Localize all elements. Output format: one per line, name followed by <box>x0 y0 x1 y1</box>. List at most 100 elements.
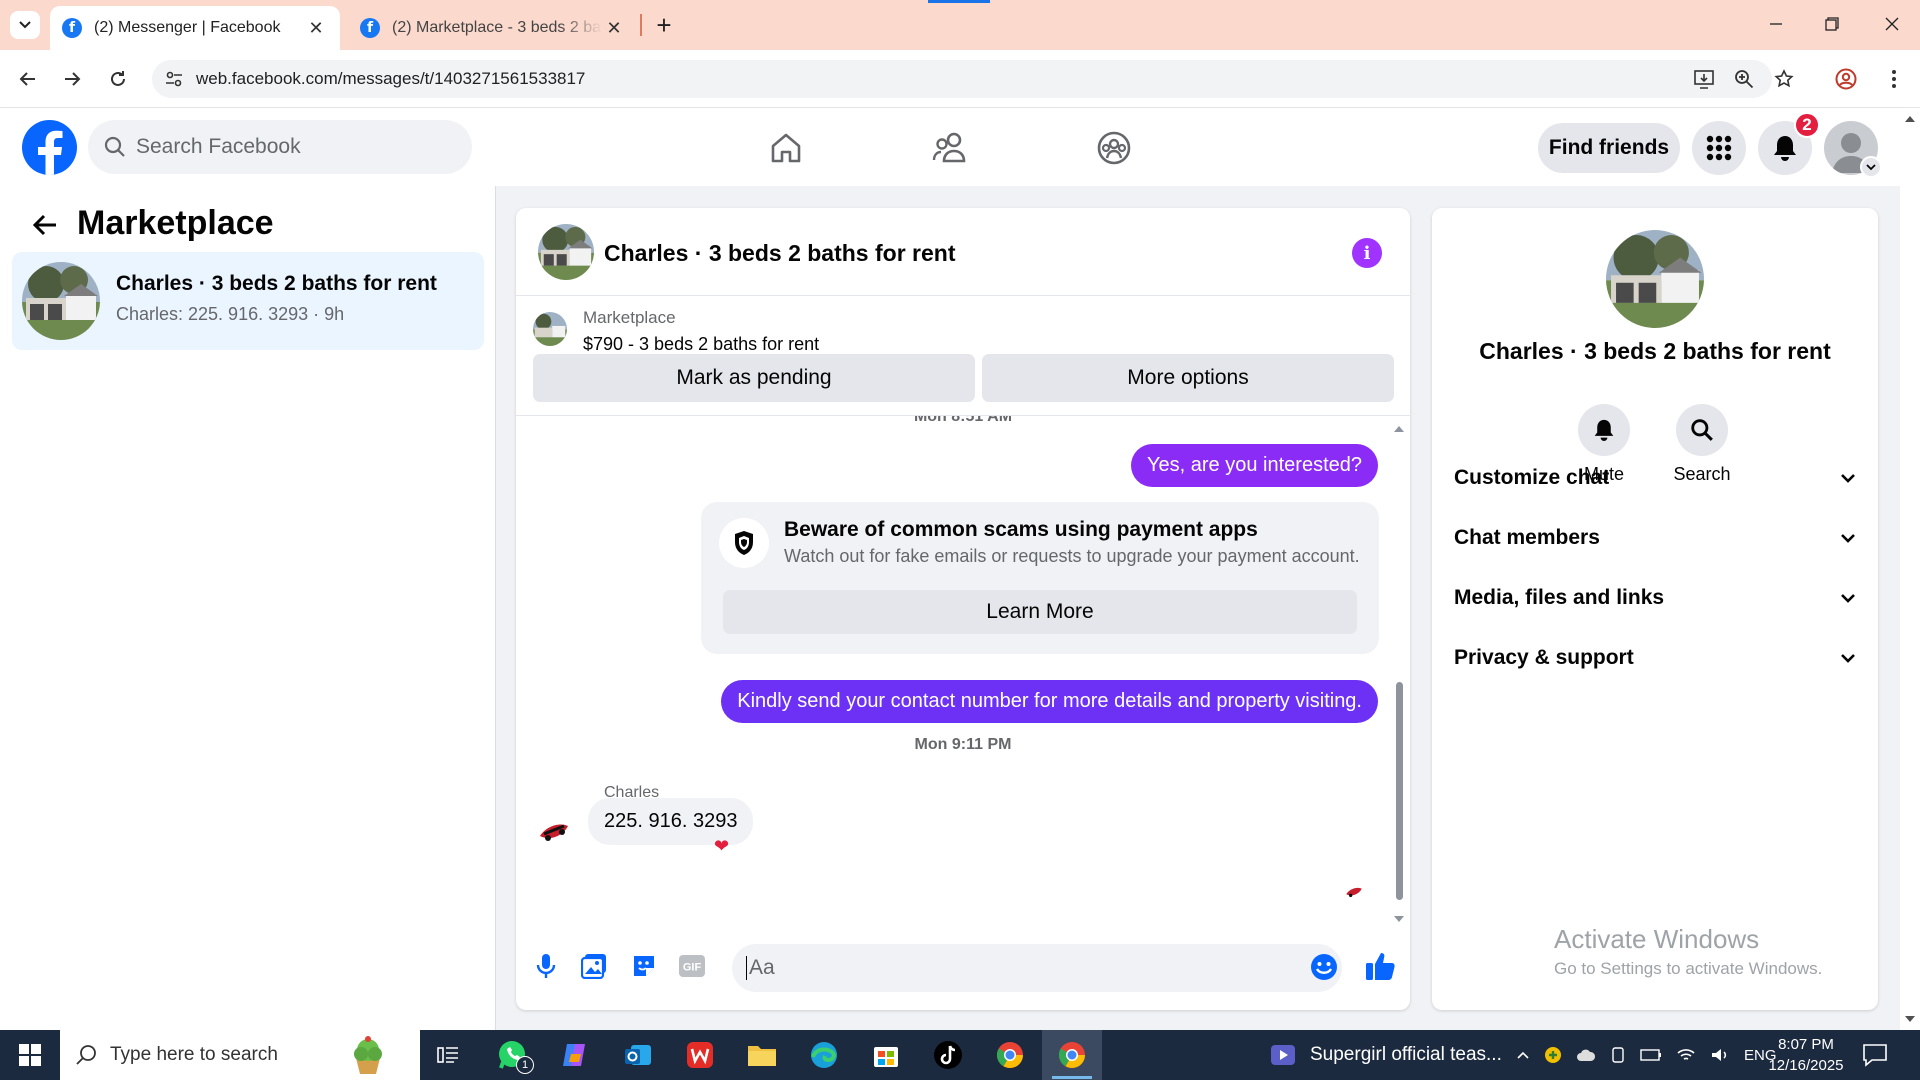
menu-button[interactable] <box>1692 121 1746 175</box>
back-button[interactable] <box>12 63 44 95</box>
minimize-window-button[interactable] <box>1756 8 1796 40</box>
account-menu-button[interactable] <box>1860 156 1882 178</box>
more-options-button[interactable]: More options <box>982 354 1394 402</box>
taskbar-task-view[interactable] <box>424 1036 472 1074</box>
taskbar-edge[interactable] <box>800 1036 848 1074</box>
taskbar-search-box[interactable]: Type here to search <box>60 1030 420 1080</box>
cloud-icon[interactable] <box>1576 1047 1596 1063</box>
find-friends-button[interactable]: Find friends <box>1538 123 1680 173</box>
forward-button[interactable] <box>56 63 88 95</box>
chrome-profile-button[interactable] <box>1830 63 1862 95</box>
site-info-icon[interactable] <box>164 69 184 89</box>
microphone-icon <box>536 954 556 978</box>
outgoing-message[interactable]: Yes, are you interested? <box>1131 444 1378 487</box>
taskbar-outlook[interactable] <box>614 1036 662 1074</box>
taskbar-copilot[interactable] <box>550 1036 598 1074</box>
tab-messenger[interactable]: f (2) Messenger | Facebook ✕ <box>50 6 340 50</box>
gif-button[interactable]: GIF <box>674 948 710 984</box>
listing-price[interactable]: $790 - 3 beds 2 baths for rent <box>583 334 819 355</box>
taskbar-whatsapp[interactable]: 1 <box>488 1036 536 1074</box>
chat-avatar[interactable] <box>538 224 594 280</box>
tray-app-icon[interactable] <box>1544 1046 1562 1064</box>
privacy-support-section[interactable]: Privacy & support <box>1454 636 1856 680</box>
wifi-icon[interactable] <box>1676 1047 1696 1063</box>
conversation-item[interactable]: Charles · 3 beds 2 baths for rent Charle… <box>12 252 484 350</box>
tab-search-button[interactable] <box>10 11 40 39</box>
restore-window-button[interactable] <box>1812 8 1852 40</box>
windows-logo-icon <box>19 1044 41 1066</box>
voice-clip-button[interactable] <box>528 948 564 984</box>
close-tab-icon[interactable]: ✕ <box>304 16 328 40</box>
conversation-info-button[interactable]: i <box>1352 238 1382 268</box>
store-icon <box>874 1047 898 1067</box>
zoom-button[interactable] <box>1728 63 1760 95</box>
bookmark-button[interactable] <box>1768 63 1800 95</box>
scroll-up-arrow-icon[interactable] <box>1392 424 1406 434</box>
install-icon <box>1694 70 1714 89</box>
message-scrollbar[interactable] <box>1392 424 1406 934</box>
facebook-logo[interactable] <box>22 120 77 175</box>
scroll-thumb[interactable] <box>1396 682 1403 900</box>
device-icon[interactable] <box>1610 1047 1626 1063</box>
clock-time: 8:07 PM <box>1778 1036 1834 1053</box>
address-bar[interactable]: web.facebook.com/messages/t/140327156153… <box>152 60 1772 98</box>
smiley-icon <box>1311 954 1337 980</box>
facebook-search-input[interactable]: Search Facebook <box>88 120 472 174</box>
taskbar-wps[interactable] <box>676 1036 724 1074</box>
taskbar-file-explorer[interactable] <box>738 1036 786 1074</box>
heart-reaction-icon[interactable]: ❤ <box>714 836 729 857</box>
customize-chat-section[interactable]: Customize chat <box>1454 456 1856 500</box>
taskbar-tiktok[interactable] <box>924 1036 972 1074</box>
scroll-down-arrow-icon[interactable] <box>1392 914 1406 924</box>
nav-friends[interactable] <box>894 122 1006 174</box>
start-button[interactable] <box>0 1030 60 1080</box>
chat-title[interactable]: Charles · 3 beds 2 baths for rent <box>604 240 955 267</box>
install-app-button[interactable] <box>1688 63 1720 95</box>
scroll-down-arrow-icon[interactable] <box>1900 1012 1920 1026</box>
clock-date: 12/16/2025 <box>1768 1057 1844 1074</box>
bell-icon <box>1774 136 1796 161</box>
mark-as-pending-button[interactable]: Mark as pending <box>533 354 975 402</box>
chat-members-section[interactable]: Chat members <box>1454 516 1856 560</box>
scroll-up-arrow-icon[interactable] <box>1900 112 1920 126</box>
back-button[interactable] <box>28 208 62 242</box>
battery-icon[interactable] <box>1640 1049 1662 1061</box>
notification-center-button[interactable] <box>1862 1042 1888 1068</box>
chevron-up-icon[interactable] <box>1516 1050 1530 1060</box>
search-in-conversation-button[interactable] <box>1676 404 1728 456</box>
browser-menu-button[interactable] <box>1878 63 1910 95</box>
chrome-icon <box>1058 1042 1086 1069</box>
media-files-links-section[interactable]: Media, files and links <box>1454 576 1856 620</box>
mute-button[interactable] <box>1578 404 1630 456</box>
new-tab-button[interactable]: + <box>650 10 678 40</box>
nav-home[interactable] <box>730 122 842 174</box>
taskbar-media-widget[interactable]: Supergirl official teas... <box>1270 1030 1502 1080</box>
more-vertical-icon <box>1892 70 1896 88</box>
section-label: Privacy & support <box>1454 646 1634 669</box>
facebook-favicon-icon: f <box>360 18 380 38</box>
close-window-button[interactable] <box>1872 8 1912 40</box>
chevron-down-icon <box>1841 474 1855 483</box>
volume-icon[interactable] <box>1710 1047 1730 1063</box>
like-button[interactable] <box>1364 950 1396 982</box>
listing-banner: Marketplace $790 - 3 beds 2 baths for re… <box>516 296 1410 416</box>
info-avatar[interactable] <box>1606 230 1704 328</box>
nav-groups[interactable] <box>1058 122 1170 174</box>
emoji-button[interactable] <box>1310 953 1338 981</box>
notification-badge: 2 <box>1794 112 1820 138</box>
tab-marketplace[interactable]: f (2) Marketplace - 3 beds 2 baths ✕ <box>348 6 638 50</box>
reload-button[interactable] <box>102 63 134 95</box>
sender-avatar[interactable] <box>536 814 572 850</box>
page-scrollbar[interactable] <box>1900 108 1920 1030</box>
taskbar-clock[interactable]: 8:07 PM 12/16/2025 <box>1756 1034 1856 1076</box>
taskbar-chrome-active[interactable] <box>1042 1030 1102 1080</box>
outgoing-message[interactable]: Kindly send your contact number for more… <box>721 680 1378 723</box>
taskbar-chrome-app[interactable] <box>986 1036 1034 1074</box>
attach-photo-button[interactable] <box>576 948 612 984</box>
learn-more-button[interactable]: Learn More <box>723 590 1357 634</box>
listing-thumbnail[interactable] <box>533 312 567 346</box>
sticker-button[interactable] <box>626 948 662 984</box>
close-tab-icon[interactable]: ✕ <box>602 16 626 40</box>
message-input[interactable]: Aa <box>732 944 1342 992</box>
taskbar-store[interactable] <box>862 1036 910 1074</box>
